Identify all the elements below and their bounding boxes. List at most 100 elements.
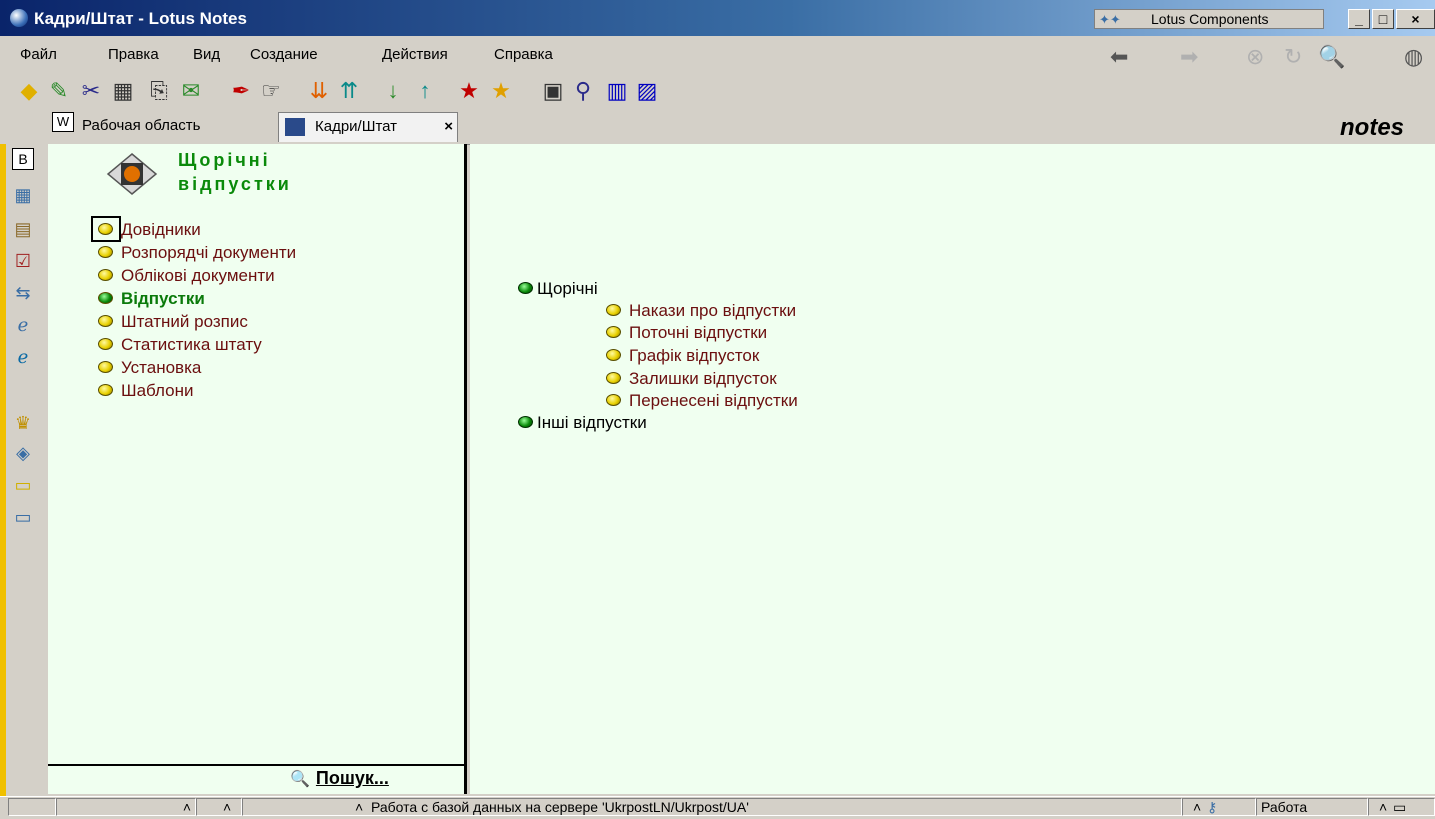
category-shchorichni[interactable]: Щорічні [518,278,598,300]
green-bullet-icon [98,292,113,305]
nav-item-dovidnyky[interactable]: Довідники [98,219,201,241]
internet-explorer-icon[interactable]: ℯ [12,346,34,368]
tab-bar [0,110,1435,145]
bookmark-b-icon[interactable]: B [12,148,34,170]
status-message-text: Работа с базой данных на сервере 'Ukrpos… [371,799,749,815]
menu-actions[interactable]: Действия [382,46,448,63]
edit-pen-icon[interactable]: ✒ [228,78,254,104]
nav-item-vidpustky[interactable]: Відпустки [98,288,205,310]
previous-unread-icon[interactable]: ★ [488,78,514,104]
close-tab-icon[interactable]: × [444,113,453,141]
new-document-icon[interactable]: ✎ [46,78,72,104]
lotus-notes-icon[interactable] [10,9,28,27]
yellow-bullet-icon [98,361,113,374]
menu-file[interactable]: Файл [20,46,57,63]
caret-up-icon: ˄ [1379,799,1388,815]
lotus-components-button[interactable]: ✦✦ Lotus Components [1094,9,1324,29]
databases-icon[interactable]: ◈ [12,442,34,464]
back-arrow-icon[interactable]: ⬅ [1110,46,1128,68]
fields-icon[interactable]: ▦ [110,78,136,104]
nav-item-rozporiadchi[interactable]: Розпорядчі документи [98,242,296,264]
stop-icon[interactable]: ⊗ [1246,46,1264,68]
yellow-bullet-icon [98,223,113,236]
search-icon[interactable]: 🔍 [1318,46,1345,68]
replicator-icon[interactable]: ⇆ [12,282,34,304]
address-book-icon[interactable]: ▤ [12,218,34,240]
collapse-all-icon[interactable]: ⇈ [336,78,362,104]
nav-item-shablony[interactable]: Шаблони [98,380,193,402]
tab-kadry-label: Кадри/Штат [315,118,398,135]
view-item-label: Накази про відпустки [629,301,797,320]
minimize-button[interactable]: _ [1348,9,1370,29]
view-pane [470,144,1435,794]
search-divider [48,764,467,766]
view-item-label: Поточні відпустки [629,323,768,342]
menu-view[interactable]: Вид [193,46,220,63]
bookmark-bar [0,144,48,796]
search-link[interactable]: 🔍 Пошук... [290,768,389,789]
status-cell-empty[interactable] [8,798,56,816]
more-bookmarks-icon[interactable]: ▭ [12,506,34,528]
green-bullet-icon [518,416,533,429]
status-mail-cell[interactable]: ˄ ▭ [1368,798,1435,816]
nav-item-ustanovka[interactable]: Установка [98,357,201,379]
attachment-icon[interactable]: ⎘ [146,78,172,104]
workspace-icon: W [52,112,74,133]
tools-icon[interactable]: ✂ [78,78,104,104]
status-key-cell[interactable]: ˄ ⚷ [1182,798,1256,816]
view-item-zalyshky[interactable]: Залишки відпусток [606,368,777,390]
status-cell-caret[interactable]: ˄ [56,798,196,816]
window-title: Кадри/Штат - Lotus Notes [34,9,247,28]
document-properties-icon[interactable]: ▣ [540,78,566,104]
todo-icon[interactable]: ☑ [12,250,34,272]
maximize-button[interactable]: □ [1372,9,1394,29]
mail-icon[interactable]: ✉ [178,78,204,104]
close-button[interactable]: × [1396,9,1435,29]
components-icon: ✦✦ [1099,12,1121,27]
view-icon[interactable]: ▨ [634,78,660,104]
collapse-icon[interactable]: ↑ [412,78,438,104]
nav-item-label: Довідники [121,220,201,239]
browser-icon[interactable]: ℯ [12,314,34,336]
yellow-bullet-icon [606,349,621,362]
calendar-icon[interactable]: ▦ [12,184,34,206]
category-label: Щорічні [537,279,598,298]
category-label: Інші відпустки [537,413,647,432]
view-item-potochni[interactable]: Поточні відпустки [606,322,767,344]
green-bullet-icon [518,282,533,295]
menu-edit[interactable]: Правка [108,46,159,63]
refresh-icon[interactable]: ↻ [1284,46,1302,68]
hand-pointer-icon[interactable]: ☞ [258,78,284,104]
folder-icon[interactable]: ▭ [12,474,34,496]
expand-all-icon[interactable]: ⇊ [306,78,332,104]
globe-icon[interactable]: ◍ [1404,46,1423,68]
nav-item-label: Облікові документи [121,266,275,285]
nav-item-shtatnyi-rozpys[interactable]: Штатний розпис [98,311,248,333]
nav-item-label: Статистика штату [121,335,262,354]
view-item-hrafik[interactable]: Графік відпусток [606,345,759,367]
tab-workspace[interactable]: W Рабочая область [46,111,206,141]
notes-logo: notes [1340,114,1405,141]
tab-kadry-shtat[interactable]: Кадри/Штат × [278,112,458,142]
category-inshi[interactable]: Інші відпустки [518,412,647,434]
status-location[interactable]: Работа [1256,798,1368,816]
link-icon[interactable]: ⚲ [570,78,596,104]
nav-item-oblikovi[interactable]: Облікові документи [98,265,275,287]
next-unread-icon[interactable]: ★ [456,78,482,104]
status-cell-caret-2[interactable]: ˄ [196,798,242,816]
inbox-icon: ▭ [1393,799,1407,815]
forward-arrow-icon[interactable]: ➡ [1180,46,1198,68]
menu-help[interactable]: Справка [494,46,553,63]
expand-icon[interactable]: ↓ [380,78,406,104]
vacation-emblem-icon [106,153,158,195]
nav-item-label: Штатний розпис [121,312,248,331]
favorites-icon[interactable]: ♛ [12,412,34,434]
diamond-icon[interactable]: ◆ [16,78,42,104]
nav-item-statystyka[interactable]: Статистика штату [98,334,262,356]
view-item-pereneseni[interactable]: Перенесені відпустки [606,390,798,412]
status-message[interactable]: ˄ Работа с базой данных на сервере 'Ukrpo… [242,798,1182,816]
menu-create[interactable]: Создание [250,46,318,63]
view-item-nakazy[interactable]: Накази про відпустки [606,300,796,322]
chart-icon[interactable]: ▥ [604,78,630,104]
nav-item-label: Відпустки [121,289,205,308]
